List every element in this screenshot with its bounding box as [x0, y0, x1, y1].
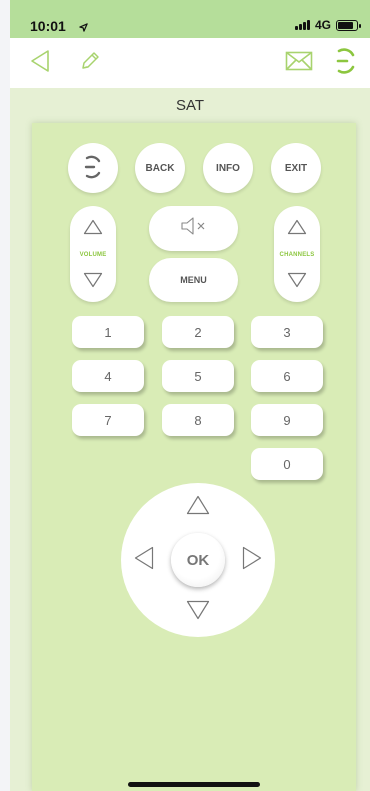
triangle-up-icon: [186, 495, 210, 520]
power-button[interactable]: [330, 38, 362, 88]
pencil-icon: [79, 50, 101, 77]
channels-rocker: CHANNELS: [274, 206, 320, 302]
signal-icon: [294, 20, 310, 30]
key-5[interactable]: 5: [162, 360, 234, 392]
volume-up-button[interactable]: [83, 219, 103, 239]
triangle-down-icon: [287, 272, 307, 293]
dpad: OK: [121, 483, 275, 637]
key-2[interactable]: 2: [162, 316, 234, 348]
dpad-right-button[interactable]: [239, 546, 265, 575]
status-time: 10:01: [30, 18, 66, 34]
triangle-up-icon: [287, 219, 307, 240]
key-8[interactable]: 8: [162, 404, 234, 436]
status-bar: 10:01 4G: [10, 0, 370, 38]
remote-power-button[interactable]: [68, 143, 118, 193]
mail-button[interactable]: [282, 38, 316, 88]
triangle-up-icon: [83, 219, 103, 240]
network-label: 4G: [314, 18, 331, 32]
envelope-icon: [285, 51, 313, 76]
ok-button[interactable]: OK: [171, 533, 225, 587]
battery-icon: [336, 19, 361, 31]
key-0[interactable]: 0: [251, 448, 323, 480]
edit-button[interactable]: [74, 38, 106, 88]
home-indicator: [128, 782, 260, 787]
triangle-right-icon: [242, 546, 262, 575]
mute-button[interactable]: [149, 206, 238, 251]
channels-label: CHANNELS: [279, 252, 315, 258]
dpad-up-button[interactable]: [185, 494, 211, 520]
exit-button[interactable]: EXIT: [271, 143, 321, 193]
channel-up-button[interactable]: [287, 219, 307, 239]
key-7[interactable]: 7: [72, 404, 144, 436]
volume-down-button[interactable]: [83, 272, 103, 292]
power-icon: [83, 154, 103, 183]
status-indicators: 4G: [294, 18, 361, 32]
back-remote-button[interactable]: BACK: [135, 143, 185, 193]
title-bar: SAT: [10, 88, 370, 123]
key-4[interactable]: 4: [72, 360, 144, 392]
channel-down-button[interactable]: [287, 272, 307, 292]
power-icon: [335, 46, 357, 81]
triangle-left-icon: [29, 49, 51, 78]
volume-label: VOLUME: [79, 252, 107, 258]
key-3[interactable]: 3: [251, 316, 323, 348]
info-button[interactable]: INFO: [203, 143, 253, 193]
dpad-left-button[interactable]: [131, 546, 157, 575]
volume-rocker: VOLUME: [70, 206, 116, 302]
nav-bar: [10, 38, 370, 88]
dpad-down-button[interactable]: [185, 599, 211, 625]
key-1[interactable]: 1: [72, 316, 144, 348]
back-button[interactable]: [24, 38, 56, 88]
speaker-mute-icon: [179, 216, 209, 241]
menu-button[interactable]: MENU: [149, 258, 238, 302]
location-arrow-icon: [79, 19, 88, 37]
page-title: SAT: [175, 97, 205, 114]
key-9[interactable]: 9: [251, 404, 323, 436]
key-6[interactable]: 6: [251, 360, 323, 392]
triangle-left-icon: [134, 546, 154, 575]
triangle-down-icon: [186, 600, 210, 625]
triangle-down-icon: [83, 272, 103, 293]
